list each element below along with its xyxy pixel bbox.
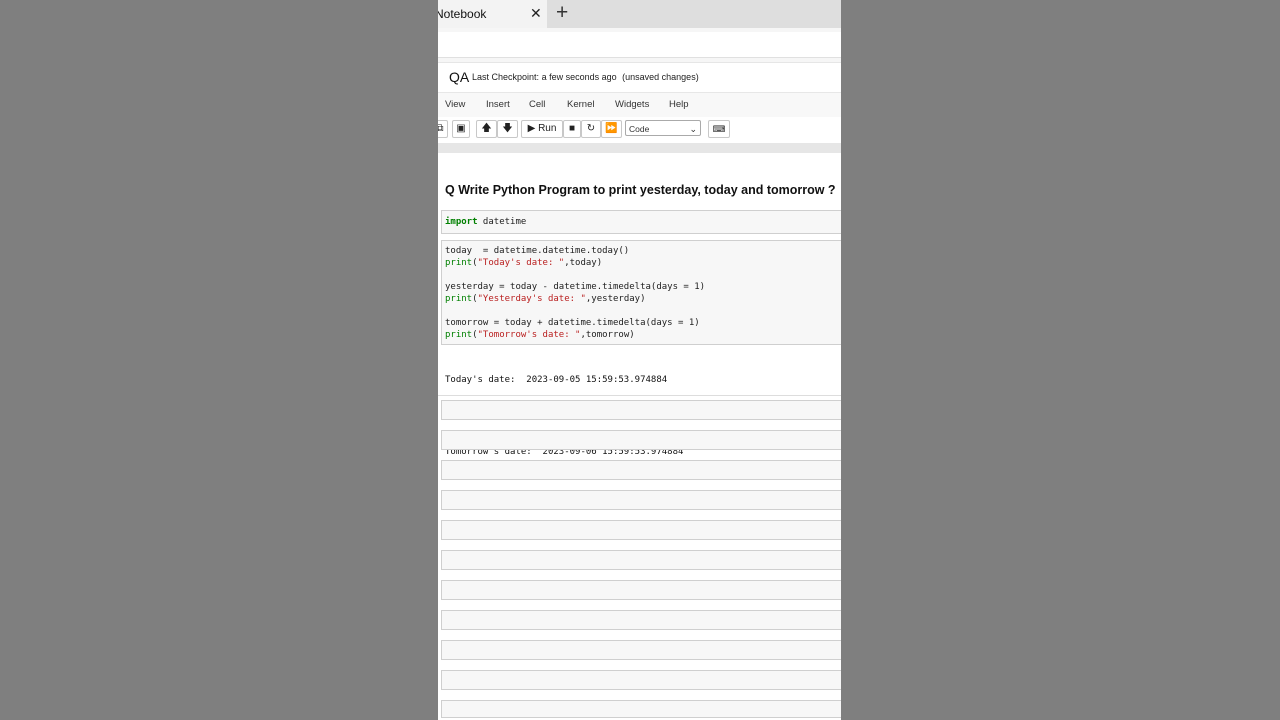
tab-bar: Notebook ✕ + bbox=[438, 0, 841, 28]
address-bar[interactable] bbox=[438, 32, 841, 58]
code-line: today = datetime.datetime.today() bbox=[445, 245, 629, 257]
menu-insert[interactable]: Insert bbox=[486, 99, 510, 110]
browser-window: Notebook ✕ + QA Last Checkpoint: a few s… bbox=[438, 0, 841, 720]
code-string: "Yesterday's date: " bbox=[477, 294, 586, 304]
code-fn: print bbox=[445, 258, 473, 268]
empty-code-cell[interactable] bbox=[441, 430, 841, 450]
restart-icon[interactable]: ↻ bbox=[581, 120, 601, 138]
empty-code-cell[interactable] bbox=[441, 670, 841, 690]
code-fn: print bbox=[445, 330, 473, 340]
markdown-heading: Q Write Python Program to print yesterda… bbox=[445, 183, 836, 197]
tab-title: Notebook bbox=[438, 7, 487, 21]
checkpoint-time: a few seconds ago bbox=[541, 72, 617, 82]
code-text: tomorrow = today + datetime.timedelta(da… bbox=[445, 318, 700, 328]
move-up-icon[interactable]: 🡅 bbox=[476, 120, 497, 138]
address-bar-area bbox=[438, 28, 841, 62]
empty-code-cell[interactable] bbox=[441, 640, 841, 660]
notebook-divider bbox=[438, 143, 841, 153]
code-text: today = datetime.datetime.today() bbox=[445, 246, 630, 256]
checkpoint-status: Last Checkpoint: a few seconds ago (unsa… bbox=[472, 72, 699, 82]
code-line: print("Today's date: ",today) bbox=[445, 258, 603, 268]
menu-bar: View Insert Cell Kernel Widgets Help bbox=[438, 92, 841, 118]
new-tab-icon[interactable]: + bbox=[556, 1, 568, 25]
move-down-icon[interactable]: 🡇 bbox=[497, 120, 518, 138]
fast-forward-icon[interactable]: ⏩ bbox=[601, 120, 622, 138]
play-icon: ▶ bbox=[527, 123, 536, 134]
code-module: datetime bbox=[477, 217, 527, 227]
code-string: "Tomorrow's date: " bbox=[477, 330, 581, 340]
code-line: print("Tomorrow's date: ",tomorrow) bbox=[445, 330, 635, 340]
paste-icon[interactable]: ▣ bbox=[452, 120, 470, 138]
run-label: Run bbox=[538, 123, 557, 134]
code-fn: print bbox=[445, 294, 473, 304]
notebook-header: QA Last Checkpoint: a few seconds ago (u… bbox=[438, 62, 841, 93]
code-line: import datetime bbox=[445, 216, 526, 228]
menu-widgets[interactable]: Widgets bbox=[615, 99, 649, 110]
code-line: tomorrow = today + datetime.timedelta(da… bbox=[445, 317, 700, 329]
empty-code-cell[interactable] bbox=[441, 580, 841, 600]
empty-code-cell[interactable] bbox=[441, 400, 841, 420]
empty-code-cell[interactable] bbox=[441, 460, 841, 480]
code-text: ,tomorrow) bbox=[580, 330, 635, 340]
code-text: yesterday = today - datetime.timedelta(d… bbox=[445, 282, 706, 292]
menu-view[interactable]: View bbox=[445, 99, 465, 110]
code-keyword: import bbox=[445, 217, 478, 227]
menu-cell[interactable]: Cell bbox=[529, 99, 545, 110]
stop-icon[interactable]: ■ bbox=[563, 120, 581, 138]
empty-code-cell[interactable] bbox=[441, 550, 841, 570]
code-text: ,yesterday) bbox=[585, 294, 646, 304]
code-text: ,today) bbox=[564, 258, 603, 268]
code-line: print("Yesterday's date: ",yesterday) bbox=[445, 294, 646, 304]
close-icon[interactable]: ✕ bbox=[530, 5, 542, 21]
cell-type-select[interactable]: Code ⌄ bbox=[625, 120, 701, 136]
code-cell-import[interactable]: import datetime bbox=[441, 210, 841, 234]
chevron-down-icon: ⌄ bbox=[689, 124, 697, 134]
code-string: "Today's date: " bbox=[477, 258, 565, 268]
empty-code-cell[interactable] bbox=[441, 490, 841, 510]
browser-tab[interactable]: Notebook ✕ bbox=[438, 0, 547, 28]
empty-code-cell[interactable] bbox=[441, 700, 841, 718]
notebook-name[interactable]: QA bbox=[449, 69, 469, 85]
copy-icon[interactable]: ⧉ bbox=[438, 120, 448, 138]
cell-type-value: Code bbox=[629, 124, 650, 134]
code-cell-dates[interactable]: today = datetime.datetime.today() print(… bbox=[441, 240, 841, 345]
unsaved-status: (unsaved changes) bbox=[622, 72, 699, 82]
code-line: yesterday = today - datetime.timedelta(d… bbox=[445, 281, 705, 293]
notebook-toolbar: ⧉ ▣ 🡅 🡇 ▶ Run ■ ↻ ⏩ Code ⌄ ⌨ bbox=[438, 117, 841, 143]
divider bbox=[438, 395, 841, 396]
empty-code-cell[interactable] bbox=[441, 610, 841, 630]
menu-help[interactable]: Help bbox=[669, 99, 689, 110]
checkpoint-label: Last Checkpoint: bbox=[472, 72, 540, 82]
keyboard-icon[interactable]: ⌨ bbox=[708, 120, 730, 138]
empty-code-cell[interactable] bbox=[441, 520, 841, 540]
menu-kernel[interactable]: Kernel bbox=[567, 99, 594, 110]
run-button[interactable]: ▶ Run bbox=[521, 120, 563, 138]
output-line: Today's date: 2023-09-05 15:59:53.974884 bbox=[445, 375, 668, 385]
